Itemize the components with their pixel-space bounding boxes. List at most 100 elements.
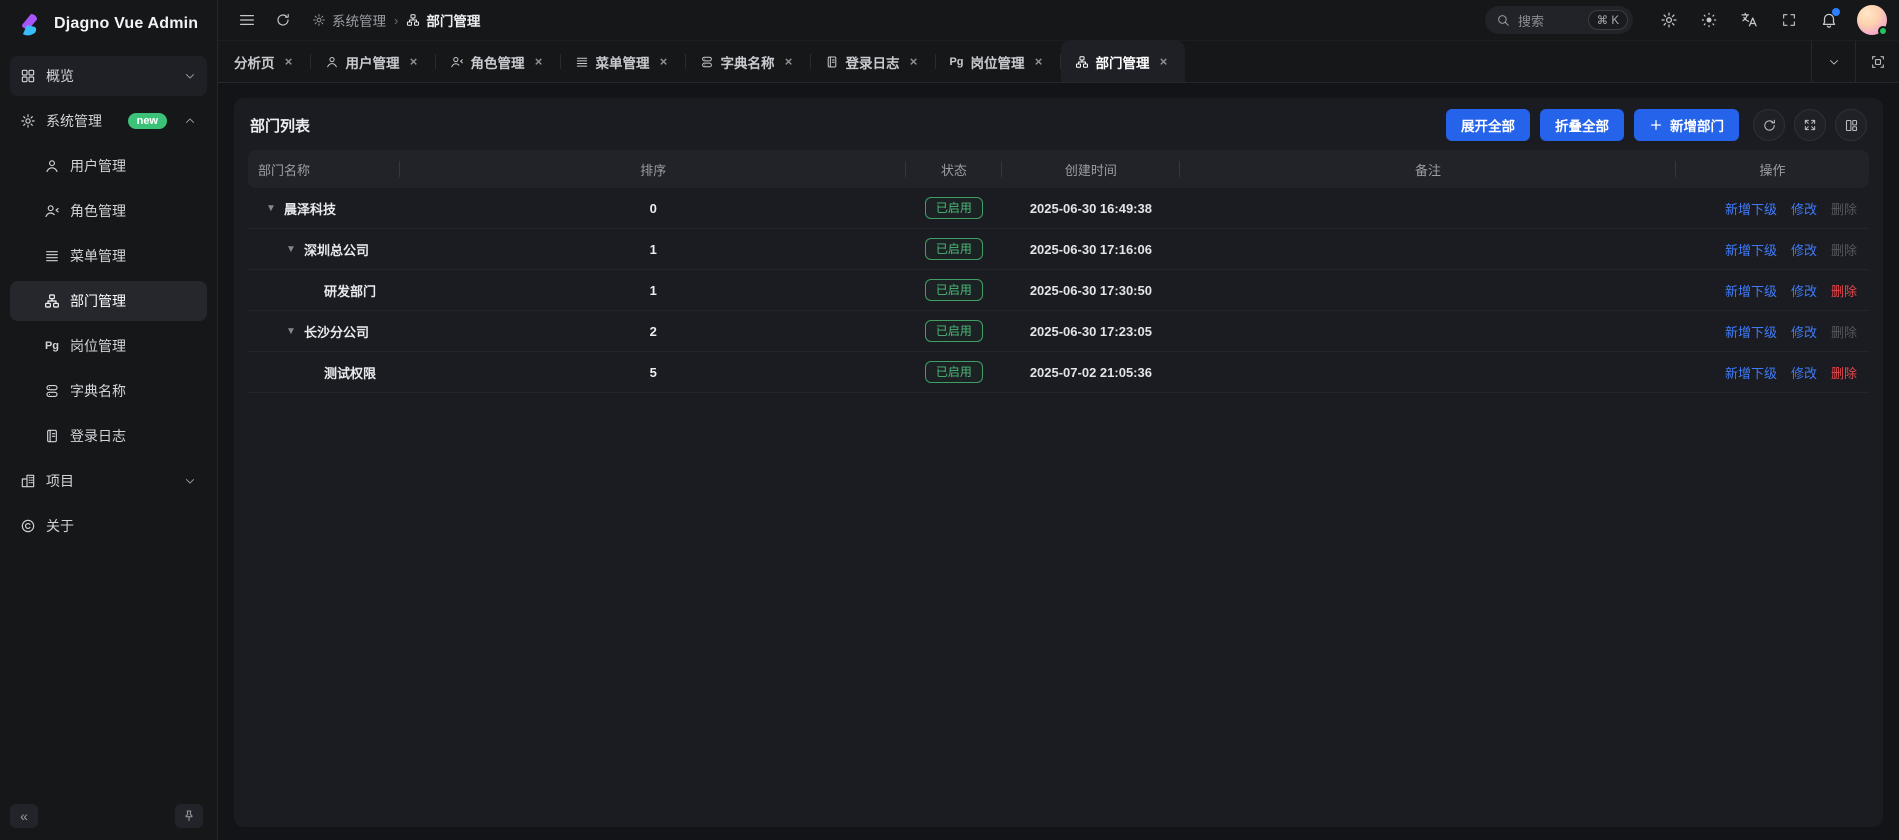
- tab-close-icon[interactable]: ×: [782, 55, 796, 69]
- sort-cell: 0: [400, 188, 906, 229]
- tab-close-icon[interactable]: ×: [1157, 55, 1171, 69]
- chevron-down-icon: [1827, 55, 1841, 69]
- plus-icon: [1649, 118, 1663, 132]
- search-icon: [1496, 13, 1510, 27]
- fullscreen-button[interactable]: [1773, 4, 1805, 36]
- tree-collapse-icon[interactable]: ▼: [286, 244, 304, 255]
- tab-label: 字典名称: [721, 52, 775, 72]
- edit-link[interactable]: 修改: [1791, 202, 1817, 217]
- tab-5[interactable]: 字典名称 ×: [686, 41, 810, 82]
- add-dept-button[interactable]: 新增部门: [1634, 109, 1739, 141]
- dept-name-cell: ▼深圳总公司: [248, 229, 400, 270]
- edit-link[interactable]: 修改: [1791, 325, 1817, 340]
- sidebar-collapse-button[interactable]: «: [10, 804, 38, 828]
- gear-icon: [20, 113, 36, 129]
- add-child-link[interactable]: 新增下级: [1725, 284, 1777, 299]
- search-placeholder: 搜索: [1518, 11, 1580, 30]
- add-child-link[interactable]: 新增下级: [1725, 243, 1777, 258]
- delete-link[interactable]: 删除: [1831, 366, 1857, 381]
- sidebar-item-about[interactable]: 关于: [10, 506, 207, 546]
- notification-dot: [1832, 8, 1840, 16]
- column-settings-button[interactable]: [1835, 109, 1867, 141]
- delete-link[interactable]: 删除: [1831, 284, 1857, 299]
- tab-3[interactable]: 角色管理×: [436, 41, 560, 82]
- actions-cell: 新增下级修改删除: [1676, 352, 1869, 393]
- building-icon: [20, 473, 36, 489]
- sidebar-item-label: 字典名称: [70, 381, 197, 401]
- tab-6[interactable]: 登录日志×: [811, 41, 935, 82]
- created-cell: 2025-07-02 21:05:36: [1002, 352, 1180, 393]
- tab-close-icon[interactable]: ×: [907, 55, 921, 69]
- add-child-link[interactable]: 新增下级: [1725, 325, 1777, 340]
- tab-1[interactable]: 分析页×: [220, 41, 310, 82]
- sidebar-item-menus[interactable]: 菜单管理: [10, 236, 207, 276]
- edit-link[interactable]: 修改: [1791, 366, 1817, 381]
- tree-collapse-icon[interactable]: ▼: [286, 326, 304, 337]
- notifications-button[interactable]: [1813, 4, 1845, 36]
- app-root: Djagno Vue Admin 概览系统管理new用户管理角色管理菜单管理部门…: [0, 0, 1899, 840]
- dict-icon: [700, 55, 714, 69]
- status-cell: 已启用: [906, 188, 1002, 229]
- tab-close-icon[interactable]: ×: [407, 55, 421, 69]
- maximize-icon: [1870, 54, 1886, 70]
- search-input[interactable]: 搜索 ⌘ K: [1485, 6, 1633, 34]
- tab-2[interactable]: 用户管理 ×: [311, 41, 435, 82]
- logo[interactable]: Djagno Vue Admin: [0, 2, 217, 46]
- column-header: 创建时间: [1002, 150, 1180, 188]
- sidebar-item-system[interactable]: 系统管理new: [10, 101, 207, 141]
- table-header-row: 部门名称排序状态创建时间备注操作: [248, 150, 1869, 188]
- sidebar-item-users[interactable]: 用户管理: [10, 146, 207, 186]
- columns-icon: [1844, 118, 1859, 133]
- sidebar-item-roles[interactable]: 角色管理: [10, 191, 207, 231]
- tab-close-icon[interactable]: ×: [282, 55, 296, 69]
- breadcrumb-item-dept[interactable]: 部门管理: [406, 10, 480, 30]
- breadcrumb-item-system[interactable]: 系统管理: [312, 10, 386, 30]
- settings-button[interactable]: [1653, 4, 1685, 36]
- sidebar-item-logs[interactable]: 登录日志: [10, 416, 207, 456]
- tree-collapse-icon[interactable]: ▼: [266, 203, 284, 214]
- sidebar-item-dicts[interactable]: 字典名称: [10, 371, 207, 411]
- tab-close-icon[interactable]: ×: [1032, 55, 1046, 69]
- delete-link: 删除: [1831, 202, 1857, 217]
- tab-label: 岗位管理: [971, 52, 1025, 72]
- tab-close-icon[interactable]: ×: [657, 55, 671, 69]
- sidebar-item-label: 岗位管理: [70, 336, 197, 356]
- breadcrumb: 系统管理 › 部门管理: [312, 10, 480, 30]
- edit-link[interactable]: 修改: [1791, 284, 1817, 299]
- dept-name-cell: ▼长沙分公司: [248, 311, 400, 352]
- chevron-up-icon: [183, 114, 197, 128]
- sidebar-pin-button[interactable]: [175, 804, 203, 828]
- note-cell: [1180, 311, 1676, 352]
- sidebar-item-project[interactable]: 项目: [10, 461, 207, 501]
- content-maximize-button[interactable]: [1855, 41, 1899, 82]
- theme-toggle-button[interactable]: [1693, 4, 1725, 36]
- sidebar-item-posts[interactable]: Pg岗位管理: [10, 326, 207, 366]
- expand-arrows-icon: [1803, 118, 1817, 132]
- tab-8[interactable]: 部门管理×: [1061, 41, 1185, 82]
- edit-link[interactable]: 修改: [1791, 243, 1817, 258]
- note-cell: [1180, 352, 1676, 393]
- table-row: ▼晨泽科技0已启用2025-06-30 16:49:38新增下级修改删除: [248, 188, 1869, 229]
- add-child-link[interactable]: 新增下级: [1725, 366, 1777, 381]
- tab-7[interactable]: Pg岗位管理×: [936, 41, 1060, 82]
- tab-close-icon[interactable]: ×: [532, 55, 546, 69]
- sidebar-item-overview[interactable]: 概览: [10, 56, 207, 96]
- sidebar-toggle-button[interactable]: [232, 5, 262, 35]
- add-child-link[interactable]: 新增下级: [1725, 202, 1777, 217]
- sidebar-item-label: 菜单管理: [70, 246, 197, 266]
- sidebar-item-label: 角色管理: [70, 201, 197, 221]
- sidebar-item-depts[interactable]: 部门管理: [10, 281, 207, 321]
- avatar[interactable]: [1857, 5, 1887, 35]
- status-cell: 已启用: [906, 229, 1002, 270]
- tabs-menu-button[interactable]: [1811, 41, 1855, 82]
- expand-all-button[interactable]: 展开全部: [1446, 109, 1530, 141]
- table-fullscreen-button[interactable]: [1794, 109, 1826, 141]
- dept-name: 深圳总公司: [304, 240, 369, 259]
- language-button[interactable]: [1733, 4, 1765, 36]
- tab-4[interactable]: 菜单管理×: [561, 41, 685, 82]
- collapse-all-button[interactable]: 折叠全部: [1540, 109, 1624, 141]
- tab-label: 用户管理: [346, 52, 400, 72]
- table-refresh-button[interactable]: [1753, 109, 1785, 141]
- dept-name: 晨泽科技: [284, 199, 336, 218]
- refresh-page-button[interactable]: [268, 5, 298, 35]
